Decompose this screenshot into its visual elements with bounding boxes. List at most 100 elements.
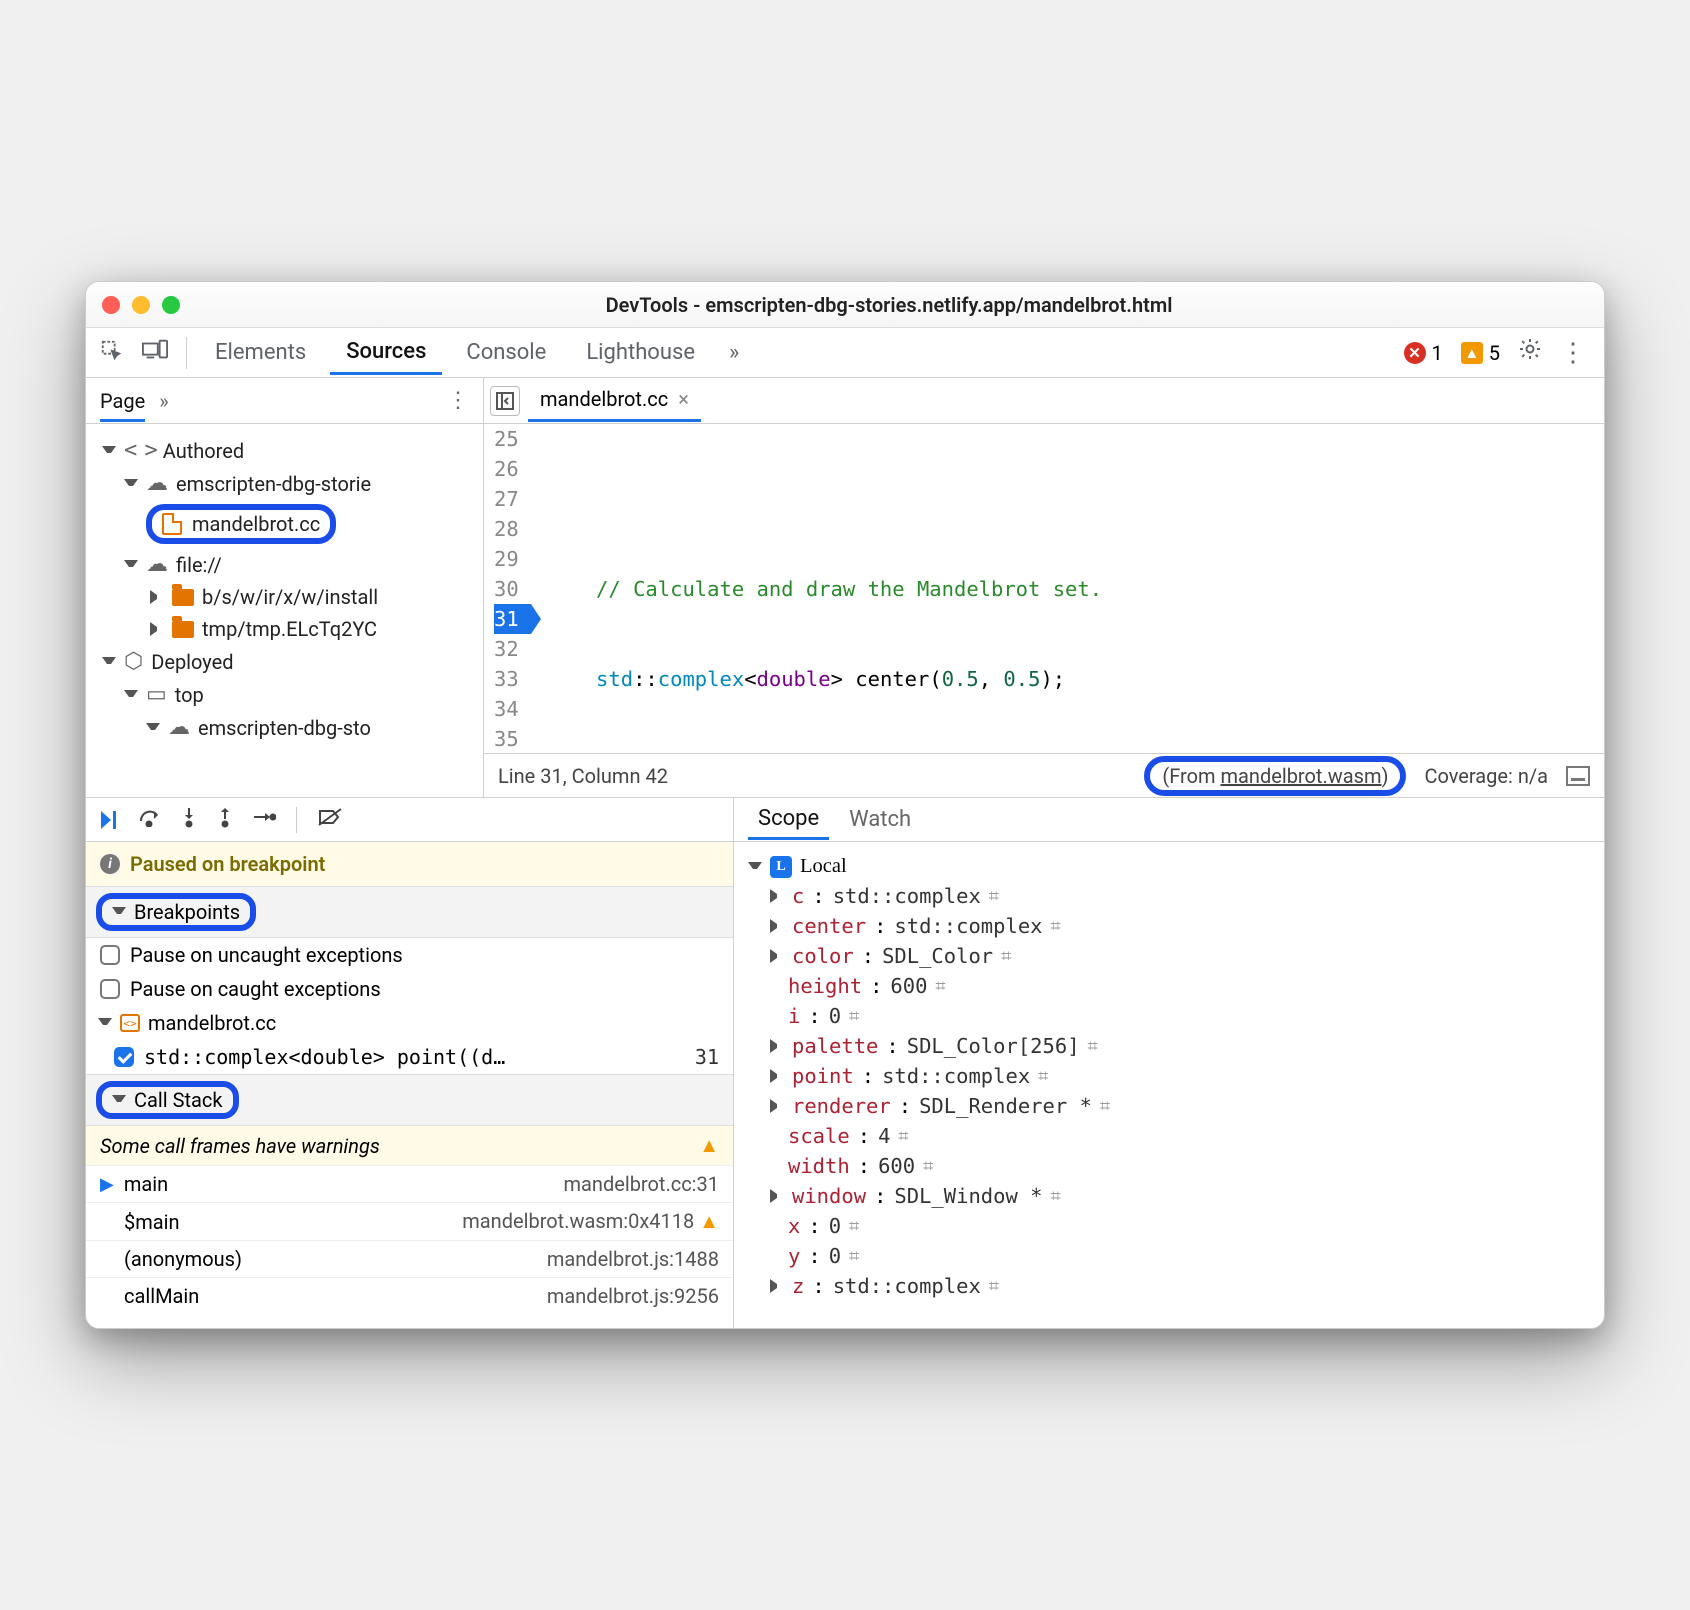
pause-uncaught-checkbox[interactable]: Pause on uncaught exceptions — [86, 938, 733, 972]
memory-icon[interactable]: ⌗ — [849, 1006, 859, 1027]
toggle-drawer-icon[interactable] — [1566, 766, 1590, 786]
device-toolbar-icon[interactable] — [136, 339, 174, 367]
scope-variable[interactable]: renderer: SDL_Renderer * ⌗ — [744, 1091, 1594, 1121]
scope-variable[interactable]: window: SDL_Window * ⌗ — [744, 1181, 1594, 1211]
info-icon: i — [100, 854, 120, 874]
memory-icon[interactable]: ⌗ — [1051, 916, 1061, 937]
local-badge-icon: L — [770, 856, 792, 878]
memory-icon[interactable]: ⌗ — [1001, 946, 1011, 967]
tab-lighthouse[interactable]: Lighthouse — [570, 332, 711, 373]
step-into-button[interactable] — [180, 806, 198, 834]
file-icon — [162, 513, 182, 535]
tree-file-proto[interactable]: ☁file:// — [90, 548, 479, 581]
navigator-more-tabs-icon[interactable]: » — [159, 389, 168, 413]
tree-file-selected[interactable]: mandelbrot.cc — [90, 500, 479, 548]
inspect-element-icon[interactable] — [94, 339, 128, 367]
tree-origin[interactable]: ☁emscripten-dbg-sto — [90, 711, 479, 744]
toggle-navigator-icon[interactable] — [490, 386, 520, 416]
errors-count: 1 — [1432, 341, 1443, 365]
breakpoints-section-header[interactable]: Breakpoints — [86, 886, 733, 938]
tab-sources[interactable]: Sources — [330, 331, 442, 375]
resume-button[interactable] — [98, 809, 120, 831]
callstack-frame[interactable]: callMainmandelbrot.js:9256 — [86, 1277, 733, 1314]
cloud-icon: ☁ — [146, 552, 168, 577]
breakpoint-file[interactable]: <>mandelbrot.cc — [86, 1006, 733, 1040]
scope-variable[interactable]: palette: SDL_Color[256] ⌗ — [744, 1031, 1594, 1061]
callstack-frame[interactable]: $mainmandelbrot.wasm:0x4118 ▲ — [86, 1202, 733, 1240]
scope-variable[interactable]: z: std::complex ⌗ — [744, 1271, 1594, 1301]
warning-icon: ▲ — [699, 1209, 719, 1233]
tab-console[interactable]: Console — [450, 332, 562, 373]
warnings-badge[interactable]: ▲ 5 — [1461, 341, 1500, 365]
scope-variable[interactable]: width: 600 ⌗ — [744, 1151, 1594, 1181]
pause-reason: i Paused on breakpoint — [86, 842, 733, 886]
source-from-link[interactable]: (From mandelbrot.wasm) — [1144, 756, 1406, 796]
breakpoint-checkbox[interactable] — [114, 1047, 134, 1067]
callstack-warning: Some call frames have warnings▲ — [86, 1126, 733, 1165]
folder-icon — [172, 621, 194, 638]
scope-variable[interactable]: point: std::complex ⌗ — [744, 1061, 1594, 1091]
memory-icon[interactable]: ⌗ — [1038, 1066, 1048, 1087]
step-out-button[interactable] — [216, 806, 234, 834]
close-window-button[interactable] — [102, 296, 120, 314]
tree-frame-top[interactable]: ▭top — [90, 678, 479, 711]
step-button[interactable] — [252, 807, 276, 832]
code-content[interactable]: // Calculate and draw the Mandelbrot set… — [531, 424, 1604, 753]
editor-tab[interactable]: mandelbrot.cc× — [528, 379, 701, 422]
minimize-window-button[interactable] — [132, 296, 150, 314]
breakpoint-line: 31 — [494, 604, 531, 634]
cursor-position: Line 31, Column 42 — [498, 764, 668, 788]
memory-icon[interactable]: ⌗ — [989, 1276, 999, 1297]
callstack-frame[interactable]: (anonymous)mandelbrot.js:1488 — [86, 1240, 733, 1277]
scope-variable[interactable]: c: std::complex ⌗ — [744, 881, 1594, 911]
errors-badge[interactable]: ✕ 1 — [1404, 341, 1443, 365]
memory-icon[interactable]: ⌗ — [1100, 1096, 1110, 1117]
memory-icon[interactable]: ⌗ — [989, 886, 999, 907]
memory-icon[interactable]: ⌗ — [849, 1246, 859, 1267]
scope-variable[interactable]: y: 0 ⌗ — [744, 1241, 1594, 1271]
scope-tab[interactable]: Scope — [748, 800, 829, 840]
memory-icon[interactable]: ⌗ — [935, 976, 945, 997]
step-over-button[interactable] — [138, 807, 162, 833]
scope-variable[interactable]: x: 0 ⌗ — [744, 1211, 1594, 1241]
scope-variable[interactable]: height: 600 ⌗ — [744, 971, 1594, 1001]
settings-icon[interactable] — [1518, 337, 1542, 368]
tree-folder[interactable]: b/s/w/ir/x/w/install — [90, 581, 479, 613]
scope-variable[interactable]: center: std::complex ⌗ — [744, 911, 1594, 941]
memory-icon[interactable]: ⌗ — [898, 1126, 908, 1147]
callstack-section-header[interactable]: Call Stack — [86, 1074, 733, 1126]
memory-icon[interactable]: ⌗ — [923, 1156, 933, 1177]
more-tabs-icon[interactable]: » — [719, 340, 749, 365]
scope-variable[interactable]: i: 0 ⌗ — [744, 1001, 1594, 1031]
tree-group-deployed[interactable]: ⬡Deployed — [90, 645, 479, 678]
scope-local-header[interactable]: LLocal — [744, 852, 1594, 881]
tree-group-authored[interactable]: < >Authored — [90, 434, 479, 467]
warnings-count: 5 — [1489, 341, 1500, 365]
warning-icon: ▲ — [699, 1133, 719, 1158]
memory-icon[interactable]: ⌗ — [849, 1216, 859, 1237]
file-tree: < >Authored ☁emscripten-dbg-storie mande… — [86, 424, 483, 754]
debugger-pane: i Paused on breakpoint Breakpoints Pause… — [86, 798, 734, 1328]
navigator-menu-icon[interactable]: ⋮ — [447, 388, 469, 413]
scope-variable[interactable]: scale: 4 ⌗ — [744, 1121, 1594, 1151]
memory-icon[interactable]: ⌗ — [1088, 1036, 1098, 1057]
close-tab-icon[interactable]: × — [678, 387, 689, 411]
line-gutter[interactable]: 25 26 27 28 29 30 31 32 33 34 35 36 37 — [484, 424, 531, 753]
callstack-frame[interactable]: ▶mainmandelbrot.cc:31 — [86, 1165, 733, 1202]
scope-pane: Scope Watch LLocal c: std::complex ⌗cent… — [734, 798, 1604, 1328]
pause-caught-checkbox[interactable]: Pause on caught exceptions — [86, 972, 733, 1006]
breakpoint-entry[interactable]: std::complex<double> point((d…31 — [86, 1040, 733, 1074]
tab-elements[interactable]: Elements — [199, 332, 322, 373]
scope-variable[interactable]: color: SDL_Color ⌗ — [744, 941, 1594, 971]
zoom-window-button[interactable] — [162, 296, 180, 314]
tree-origin[interactable]: ☁emscripten-dbg-storie — [90, 467, 479, 500]
current-frame-icon: ▶ — [100, 1174, 114, 1195]
deactivate-breakpoints-button[interactable] — [317, 807, 343, 833]
error-icon: ✕ — [1404, 342, 1426, 364]
more-menu-icon[interactable]: ⋮ — [1560, 338, 1586, 368]
navigator-tab-page[interactable]: Page — [100, 389, 145, 422]
watch-tab[interactable]: Watch — [839, 801, 921, 838]
tree-folder[interactable]: tmp/tmp.ELcTq2YC — [90, 613, 479, 645]
memory-icon[interactable]: ⌗ — [1051, 1186, 1061, 1207]
editor-status-bar: Line 31, Column 42 (From mandelbrot.wasm… — [484, 753, 1604, 797]
